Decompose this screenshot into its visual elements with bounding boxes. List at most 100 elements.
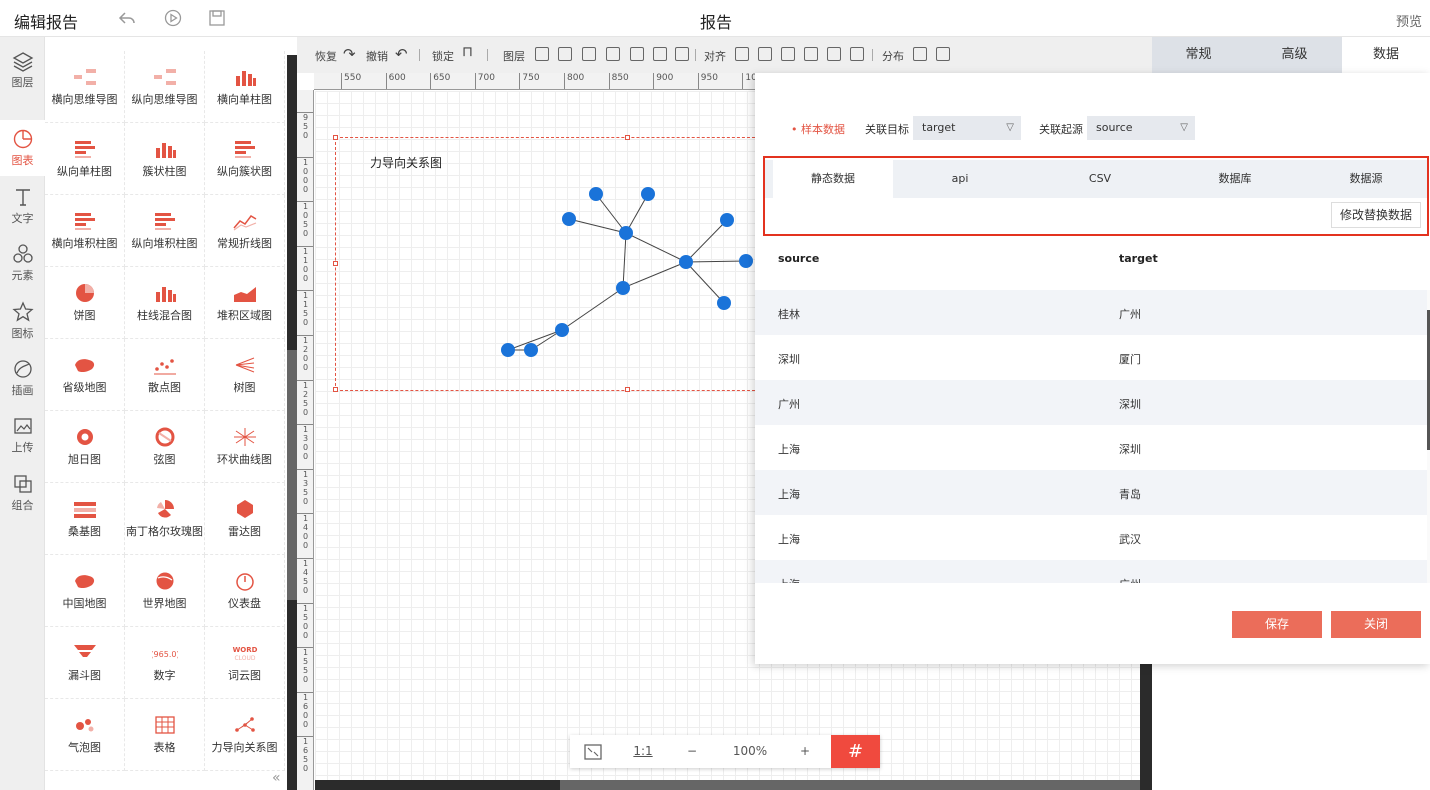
canvas-horizontal-scrollbar[interactable] xyxy=(315,780,1152,790)
component-item[interactable]: 横向堆积柱图 xyxy=(45,195,125,267)
component-item[interactable]: 纵向思维导图 xyxy=(125,51,205,123)
move-top-icon[interactable] xyxy=(606,47,620,61)
align-right-icon[interactable] xyxy=(781,47,795,61)
align-top-icon[interactable] xyxy=(804,47,818,61)
bring-front-icon[interactable] xyxy=(558,47,572,61)
component-item[interactable]: 漏斗图 xyxy=(45,627,125,699)
table-row[interactable]: 上海 武汉 xyxy=(755,515,1427,560)
component-item[interactable]: 簇状柱图 xyxy=(125,123,205,195)
rail-item-layers[interactable]: 图层 xyxy=(0,42,45,98)
hbar-chart-icon xyxy=(74,213,95,230)
component-item[interactable]: 柱线混合图 xyxy=(125,267,205,339)
lock-icon[interactable]: ⊓ xyxy=(462,44,473,60)
component-item[interactable]: 桑基图 xyxy=(45,483,125,555)
component-item[interactable]: 仪表盘 xyxy=(205,555,285,627)
rail-item-upload[interactable]: 上传 xyxy=(0,407,45,463)
table-row[interactable]: 上海 青岛 xyxy=(755,470,1427,515)
component-item[interactable]: 纵向单柱图 xyxy=(45,123,125,195)
component-item[interactable]: (965.0) 数字 xyxy=(125,627,205,699)
tab-general[interactable]: 常规 xyxy=(1152,37,1245,73)
component-item[interactable]: 弦图 xyxy=(125,411,205,483)
distribute-vertical-icon[interactable] xyxy=(936,47,950,61)
tab-api[interactable]: api xyxy=(895,160,1025,198)
component-item[interactable]: 中国地图 xyxy=(45,555,125,627)
component-item[interactable]: 力导向关系图 xyxy=(205,699,285,771)
align-left-icon[interactable] xyxy=(735,47,749,61)
rail-item-elements[interactable]: 元素 xyxy=(0,235,45,291)
zoom-out-button[interactable]: − xyxy=(677,735,707,768)
scrollbar-thumb[interactable] xyxy=(560,780,1140,790)
tab-csv[interactable]: CSV xyxy=(1035,160,1165,198)
source-select[interactable]: source ▽ xyxy=(1087,116,1195,140)
table-row[interactable]: 上海 广州 xyxy=(755,560,1427,583)
save-icon[interactable] xyxy=(208,9,226,27)
rail-item-icons[interactable]: 图标 xyxy=(0,293,45,349)
tab-static-data[interactable]: 静态数据 xyxy=(773,160,893,198)
component-item[interactable]: 纵向簇状图 xyxy=(205,123,285,195)
fit-screen-button[interactable] xyxy=(570,735,616,768)
distribute-horizontal-icon[interactable] xyxy=(913,47,927,61)
component-item[interactable]: 纵向堆积柱图 xyxy=(125,195,205,267)
align-middle-icon[interactable] xyxy=(827,47,841,61)
move-bottom-icon[interactable] xyxy=(630,47,644,61)
force-graph-widget[interactable]: 力导向关系图 xyxy=(333,135,760,392)
component-item[interactable]: 树图 xyxy=(205,339,285,411)
component-item[interactable]: 散点图 xyxy=(125,339,205,411)
component-item[interactable]: 旭日图 xyxy=(45,411,125,483)
play-icon[interactable] xyxy=(164,9,182,27)
component-item[interactable]: WORD CLOUD 词云图 xyxy=(205,627,285,699)
copy-icon[interactable] xyxy=(675,47,689,61)
align-button[interactable]: 对齐 xyxy=(704,48,726,64)
scrollbar-thumb[interactable] xyxy=(287,350,297,600)
actual-size-button[interactable]: 1:1 xyxy=(626,735,660,768)
redo-button[interactable]: 恢复 xyxy=(315,48,337,64)
align-center-icon[interactable] xyxy=(758,47,772,61)
component-item[interactable]: 省级地图 xyxy=(45,339,125,411)
tab-data[interactable]: 数据 xyxy=(1342,37,1430,73)
layer-button[interactable]: 图层 xyxy=(503,48,525,64)
zoom-in-button[interactable]: + xyxy=(790,735,820,768)
close-button[interactable]: 关闭 xyxy=(1331,611,1421,638)
component-item[interactable]: 环状曲线图 xyxy=(205,411,285,483)
component-item[interactable]: 气泡图 xyxy=(45,699,125,771)
component-item[interactable]: 横向单柱图 xyxy=(205,51,285,123)
distribute-button[interactable]: 分布 xyxy=(882,48,904,64)
component-item[interactable]: 南丁格尔玫瑰图 xyxy=(125,483,205,555)
table-row[interactable]: 深圳 厦门 xyxy=(755,335,1427,380)
rail-item-group[interactable]: 组合 xyxy=(0,465,45,521)
grid-toggle-button[interactable]: # xyxy=(831,735,880,768)
table-row[interactable]: 广州 深圳 xyxy=(755,380,1427,425)
modify-data-button[interactable]: 修改替换数据 xyxy=(1331,202,1421,228)
component-item[interactable]: 雷达图 xyxy=(205,483,285,555)
preview-button[interactable]: 预览 xyxy=(1396,11,1422,30)
target-select[interactable]: target ▽ xyxy=(913,116,1021,140)
tab-database[interactable]: 数据库 xyxy=(1170,160,1300,198)
layer-group-icon[interactable] xyxy=(535,47,549,61)
delete-icon[interactable] xyxy=(653,47,667,61)
lock-button[interactable]: 锁定 xyxy=(432,48,454,64)
table-row[interactable]: 桂林 广州 xyxy=(755,290,1427,335)
component-item[interactable]: 表格 xyxy=(125,699,205,771)
component-item[interactable]: 横向思维导图 xyxy=(45,51,125,123)
rail-item-illustrations[interactable]: 插画 xyxy=(0,350,45,406)
table-row[interactable]: 上海 深圳 xyxy=(755,425,1427,470)
undo-button[interactable]: 撤销 xyxy=(366,48,388,64)
horizontal-ruler: 550 600 650 700 750 800 850 900 950 10 xyxy=(314,73,755,90)
undo-arrow-icon[interactable]: ↶ xyxy=(395,45,408,63)
rail-item-text[interactable]: 文字 xyxy=(0,178,45,234)
component-item[interactable]: 堆积区域图 xyxy=(205,267,285,339)
align-bottom-icon[interactable] xyxy=(850,47,864,61)
tab-advanced[interactable]: 高级 xyxy=(1248,37,1341,73)
component-item[interactable]: 世界地图 xyxy=(125,555,205,627)
move-up-icon[interactable] xyxy=(582,47,596,61)
panel-scrollbar[interactable] xyxy=(287,55,297,790)
tab-datasource[interactable]: 数据源 xyxy=(1305,160,1427,198)
undo-icon[interactable] xyxy=(118,9,136,27)
save-button[interactable]: 保存 xyxy=(1232,611,1322,638)
component-item[interactable]: 常规折线图 xyxy=(205,195,285,267)
redo-icon[interactable]: ↷ xyxy=(343,45,356,63)
rail-item-charts[interactable]: 图表 xyxy=(0,120,45,176)
collapse-panel-icon[interactable]: « xyxy=(272,770,281,786)
rail-label: 图表 xyxy=(11,154,34,167)
component-item[interactable]: 饼图 xyxy=(45,267,125,339)
